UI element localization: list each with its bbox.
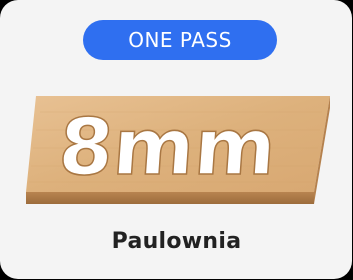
engraved-text: 8mm	[56, 103, 279, 193]
one-pass-badge: ONE PASS	[83, 20, 277, 60]
wood-board-image: 8mm	[26, 96, 330, 204]
product-card[interactable]: ONE PASS 8mm Paulownia	[0, 0, 352, 279]
material-label: Paulownia	[111, 229, 242, 254]
board-front-edge	[26, 192, 314, 204]
